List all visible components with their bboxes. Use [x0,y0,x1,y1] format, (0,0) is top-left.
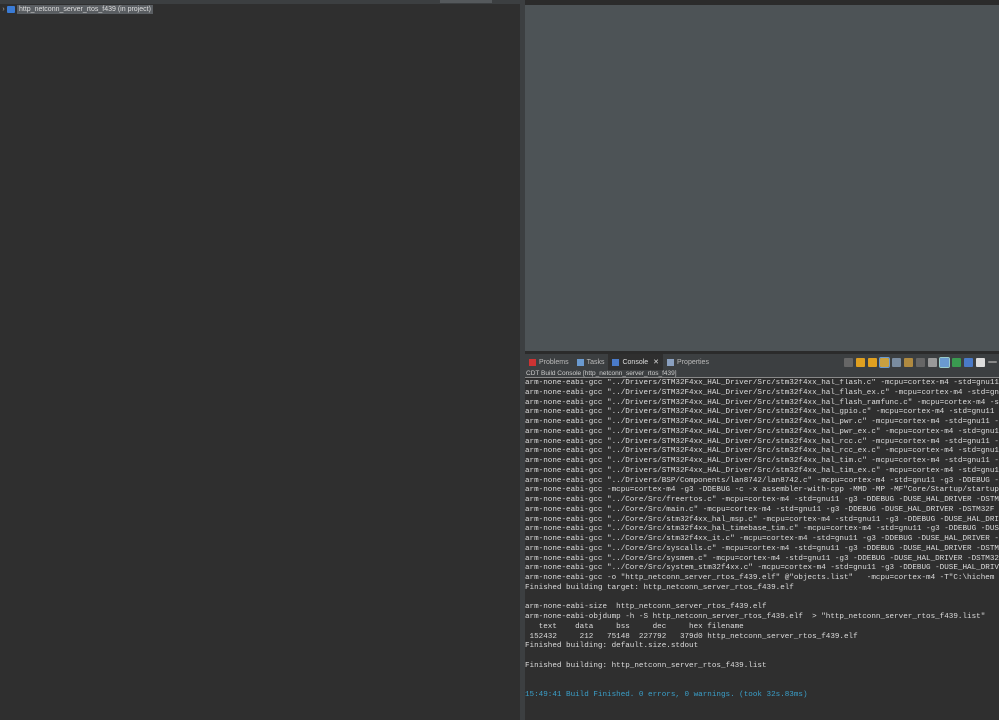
properties-icon [667,358,675,366]
console-line: arm-none-eabi-gcc "../Drivers/STM32F4xx_… [525,398,999,407]
tab-tasks[interactable]: Tasks [573,354,609,370]
console-line: arm-none-eabi-gcc "../Drivers/STM32F4xx_… [525,427,999,436]
console-line: arm-none-eabi-gcc "../Drivers/STM32F4xx_… [525,379,999,387]
tab-problems[interactable]: Problems [525,354,573,370]
tab-label: Tasks [586,358,605,366]
console-line: arm-none-eabi-gcc "../Core/Src/sysmem.c"… [525,554,999,563]
console-title: CDT Build Console [http_netconn_server_r… [525,370,999,378]
tab-properties[interactable]: Properties [663,354,713,370]
new-console-icon[interactable] [976,357,985,367]
console-line: arm-none-eabi-gcc "../Core/Src/stm32f4xx… [525,535,999,543]
console-line: arm-none-eabi-gcc "../Core/Src/stm32f4xx… [525,525,999,534]
console-line: arm-none-eabi-gcc "../Drivers/STM32F4xx_… [525,388,999,397]
close-icon[interactable]: ✕ [653,358,659,366]
console-tab-bar: Problems Tasks Console ✕ Properties [525,354,999,370]
open-console-icon[interactable] [964,357,973,367]
project-label: http_netconn_server_rtos_f439 (in projec… [17,4,153,14]
build-status-line: 15:49:41 Build Finished. 0 errors, 0 war… [525,691,808,699]
tab-console[interactable]: Console ✕ [608,354,664,370]
console-line: 152432 212 75148 227792 379d0 http_netco… [525,632,858,641]
pin-console-icon[interactable] [939,356,950,368]
show-error-icon[interactable] [879,356,890,368]
display-console-icon[interactable] [952,357,961,367]
console-line: arm-none-eabi-objdump -h -S http_netconn… [525,613,986,621]
tasks-icon [576,358,584,366]
console-line: arm-none-eabi-gcc "../Drivers/STM32F4xx_… [525,418,999,426]
next-error-icon[interactable] [856,357,865,367]
copy-icon[interactable] [928,357,937,367]
terminate-icon[interactable] [844,357,853,367]
console-line: arm-none-eabi-gcc "../Core/Src/stm32f4xx… [525,515,999,524]
console-line: arm-none-eabi-gcc "../Drivers/STM32F4xx_… [525,437,999,446]
editor-area [525,5,999,351]
problems-icon [529,358,536,366]
word-wrap-icon[interactable] [916,357,925,367]
console-line: arm-none-eabi-gcc "../Drivers/STM32F4xx_… [525,408,995,417]
console-line: arm-none-eabi-gcc "../Drivers/STM32F4xx_… [525,447,999,456]
minimize-icon[interactable] [988,361,997,363]
console-line: Finished building: http_netconn_server_r… [525,661,767,670]
scroll-lock-icon[interactable] [904,357,913,367]
console-line: arm-none-eabi-size http_netconn_server_r… [525,603,767,612]
project-explorer: › http_netconn_server_rtos_f439 (in proj… [0,0,520,720]
tab-label: Problems [539,358,569,366]
console-line: Finished building: default.size.stdout [525,642,699,651]
project-icon [7,5,15,13]
console-line: arm-none-eabi-gcc "../Core/Src/system_st… [525,564,999,573]
console-line: arm-none-eabi-gcc -mcpu=cortex-m4 -g3 -D… [525,486,999,495]
console-line: arm-none-eabi-gcc "../Drivers/STM32F4xx_… [525,466,999,475]
explorer-toolbar-buttons[interactable] [440,0,492,3]
console-line: arm-none-eabi-gcc "../Core/Src/syscalls.… [525,544,999,553]
previous-error-icon[interactable] [868,357,877,367]
console-line: arm-none-eabi-gcc "../Core/Src/freertos.… [525,496,999,504]
project-tree-item[interactable]: › http_netconn_server_rtos_f439 (in proj… [0,4,153,14]
console-line: Finished building target: http_netconn_s… [525,583,794,592]
tab-label: Console [622,358,649,366]
clear-console-icon[interactable] [892,357,901,367]
console-icon [612,358,620,366]
console-line: arm-none-eabi-gcc "../Drivers/STM32F4xx_… [525,457,999,465]
tab-label: Properties [677,358,709,366]
console-line: arm-none-eabi-gcc "../Drivers/BSP/Compon… [525,476,999,485]
console-line: arm-none-eabi-gcc "../Core/Src/main.c" -… [525,505,995,514]
console-line: arm-none-eabi-gcc -o "http_netconn_serve… [525,574,995,582]
console-output[interactable]: arm-none-eabi-gcc "../Drivers/STM32F4xx_… [525,379,999,720]
console-toolbar [844,354,999,370]
expand-arrow-icon[interactable]: › [0,6,7,13]
console-line: text data bss dec hex filename [525,622,744,631]
